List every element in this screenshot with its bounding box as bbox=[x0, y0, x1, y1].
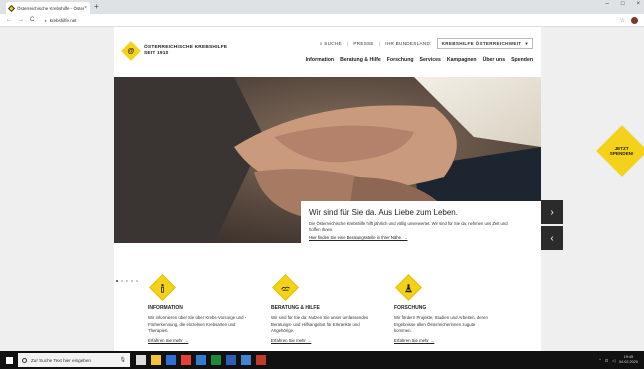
carousel-dot[interactable] bbox=[116, 280, 118, 282]
taskbar-apps bbox=[136, 355, 266, 365]
carousel-prev-button[interactable]: ‹ bbox=[541, 226, 563, 250]
reload-button[interactable]: C bbox=[30, 17, 34, 23]
nav-forschung[interactable]: Forschung bbox=[387, 57, 414, 63]
microphone-icon[interactable]: 🎙 bbox=[120, 357, 126, 363]
main-nav: Information Beratung & Hilfe Forschung S… bbox=[306, 57, 533, 63]
browser-tab[interactable]: Österreichische Krebshilfe - Österreich … bbox=[6, 2, 90, 14]
region-label: IHR BUNDESLAND: bbox=[385, 41, 432, 46]
new-tab-button[interactable]: + bbox=[94, 2, 99, 12]
tab-title: Österreichische Krebshilfe - Österreich bbox=[17, 5, 85, 11]
edge-icon[interactable] bbox=[196, 355, 206, 365]
nav-services[interactable]: Services bbox=[420, 57, 441, 63]
nav-spenden[interactable]: Spenden bbox=[511, 57, 533, 63]
windows-logo-icon bbox=[5, 356, 13, 364]
donate-line1: JETZT bbox=[614, 145, 630, 151]
carousel-next-button[interactable]: › bbox=[541, 200, 563, 224]
carousel-dot[interactable] bbox=[131, 280, 133, 282]
nav-kampagnen[interactable]: Kampagnen bbox=[447, 57, 477, 63]
feature-text: Wir informieren über Sie über Krebs-Vors… bbox=[148, 315, 247, 333]
search-icon[interactable]: ⌕ bbox=[320, 41, 323, 46]
system-tray: ^ ⊡ ◁ 19:45 04.02.2020 bbox=[599, 355, 644, 364]
file-explorer-icon[interactable] bbox=[151, 355, 161, 365]
feature-link[interactable]: Erfahren Sie mehr → bbox=[148, 338, 271, 343]
store-icon[interactable] bbox=[166, 355, 176, 365]
feature-row: INFORMATION Wir informieren über Sie übe… bbox=[148, 274, 528, 343]
excel-icon[interactable] bbox=[211, 355, 221, 365]
press-link[interactable]: PRESSE bbox=[353, 41, 373, 46]
task-view-icon[interactable] bbox=[136, 355, 146, 365]
logo-icon: @ bbox=[121, 41, 141, 61]
region-dropdown[interactable]: KREBSHILFE ÖSTERREICHWEIT ▾ bbox=[436, 38, 533, 49]
chevron-down-icon: ▾ bbox=[525, 40, 528, 46]
hero-body: Die Österreichische Krebshilfe hilft jäh… bbox=[309, 221, 508, 232]
flask-icon[interactable] bbox=[395, 274, 422, 301]
tray-arrow-icon[interactable]: ^ bbox=[599, 358, 601, 362]
profile-avatar[interactable] bbox=[631, 16, 638, 24]
network-icon[interactable]: ⊡ bbox=[605, 358, 608, 363]
window-controls: – □ × bbox=[606, 1, 640, 7]
os-taskbar: Zur Suche Text hier eingeben 🎙 ^ ⊡ ◁ 19:… bbox=[0, 351, 644, 369]
nav-information[interactable]: Information bbox=[306, 57, 335, 63]
outlook-icon[interactable] bbox=[241, 355, 251, 365]
powerpoint-icon[interactable] bbox=[256, 355, 266, 365]
hero-caption: Wir sind für Sie da. Aus Liebe zum Leben… bbox=[301, 201, 541, 253]
clock[interactable]: 19:45 04.02.2020 bbox=[619, 355, 638, 364]
carousel-dot[interactable] bbox=[126, 280, 128, 282]
carousel-dots bbox=[116, 280, 138, 282]
feature-beratung: BERATUNG & HILFE Wir sind für Sie da: Nu… bbox=[271, 274, 394, 343]
close-window-button[interactable]: × bbox=[636, 1, 640, 7]
feature-link[interactable]: Erfahren Sie mehr → bbox=[394, 338, 517, 343]
start-button[interactable] bbox=[0, 351, 18, 369]
hands-icon[interactable] bbox=[272, 274, 299, 301]
feature-text: Wir sind für Sie da: Nutzen Sie unser um… bbox=[271, 315, 369, 333]
carousel-dot[interactable] bbox=[136, 280, 138, 282]
address-bar: ← → C ● krebshilfe.net ☆ bbox=[0, 14, 644, 27]
utility-bar: ⌕ SUCHE | PRESSE | IHR BUNDESLAND: KREBS… bbox=[320, 38, 533, 49]
maximize-button[interactable]: □ bbox=[621, 1, 625, 7]
url-input[interactable]: ● krebshilfe.net bbox=[40, 16, 619, 25]
nav-ueber-uns[interactable]: Über uns bbox=[483, 57, 505, 63]
bookmark-star-icon[interactable]: ☆ bbox=[620, 17, 625, 24]
minimize-button[interactable]: – bbox=[606, 1, 609, 7]
nav-beratung[interactable]: Beratung & Hilfe bbox=[340, 57, 381, 63]
hero-link[interactable]: Hier finden Sie eine Beratungsstelle in … bbox=[309, 235, 533, 240]
favicon-icon bbox=[7, 4, 16, 12]
back-button[interactable]: ← bbox=[6, 17, 12, 23]
feature-information: INFORMATION Wir informieren über Sie übe… bbox=[148, 274, 271, 343]
donate-line2: SPENDEN! bbox=[610, 151, 634, 156]
site-logo[interactable]: @ ÖSTERREICHISCHE KREBSHILFE SEIT 1910 bbox=[121, 41, 228, 61]
search-circle-icon bbox=[22, 357, 27, 363]
feature-title: FORSCHUNG bbox=[394, 305, 427, 311]
hero-headline: Wir sind für Sie da. Aus Liebe zum Leben… bbox=[309, 208, 458, 217]
feature-title: BERATUNG & HILFE bbox=[271, 305, 320, 311]
forward-button[interactable]: → bbox=[18, 17, 24, 23]
carousel-dot[interactable] bbox=[121, 280, 123, 282]
volume-icon[interactable]: ◁ bbox=[612, 358, 615, 363]
logo-text: ÖSTERREICHISCHE KREBSHILFE SEIT 1910 bbox=[144, 45, 228, 56]
chrome-icon[interactable] bbox=[181, 355, 191, 365]
browser-tabstrip: Österreichische Krebshilfe - Österreich … bbox=[0, 0, 644, 14]
info-icon[interactable] bbox=[149, 274, 176, 301]
url-text: krebshilfe.net bbox=[49, 17, 77, 23]
feature-title: INFORMATION bbox=[148, 305, 183, 311]
taskbar-search-placeholder: Zur Suche Text hier eingeben bbox=[31, 357, 91, 363]
search-link[interactable]: SUCHE bbox=[324, 41, 342, 46]
feature-forschung: FORSCHUNG Wir fördern Projekte, Studien … bbox=[394, 274, 517, 343]
taskbar-search-input[interactable]: Zur Suche Text hier eingeben 🎙 bbox=[18, 353, 130, 367]
donate-badge[interactable]: JETZT SPENDEN! bbox=[596, 125, 644, 177]
feature-link[interactable]: Erfahren Sie mehr → bbox=[271, 338, 394, 343]
tab-close-icon[interactable]: × bbox=[84, 5, 87, 11]
lock-icon: ● bbox=[44, 17, 47, 23]
feature-text: Wir fördern Projekte, Studien und Arbeit… bbox=[394, 315, 488, 333]
word-icon[interactable] bbox=[226, 355, 236, 365]
